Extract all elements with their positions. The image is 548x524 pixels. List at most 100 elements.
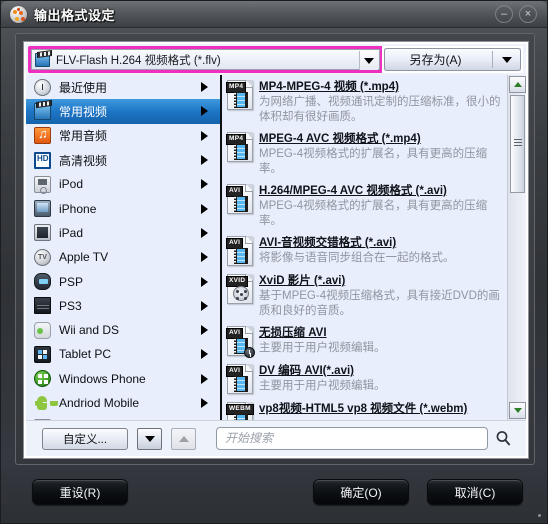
content-panel-frame: FLV-Flash H.264 视频格式 (*.flv) 另存为(A) 最近使用…: [15, 33, 535, 465]
format-badge: AVI: [226, 328, 244, 339]
scroll-down-icon[interactable]: [509, 402, 526, 419]
chevron-right-icon: [201, 82, 208, 93]
format-list-item[interactable]: XVID XviD 影片 (*.avi) 基于MPEG-4视频压缩格式，具有接近DV…: [222, 269, 507, 321]
chevron-right-icon: [201, 252, 208, 263]
chevron-right-icon: [201, 349, 208, 360]
sidebar-item-10[interactable]: PS3: [26, 294, 220, 318]
format-title[interactable]: DV 编码 AVI(*.avi): [259, 364, 501, 378]
format-title[interactable]: AVI-音视频交错格式 (*.avi): [259, 236, 501, 250]
reset-button[interactable]: 重设(R): [32, 479, 128, 505]
close-icon[interactable]: ×: [519, 5, 537, 23]
ok-label: 确定(O): [340, 485, 382, 500]
chevron-right-icon: [201, 130, 208, 141]
format-list: MP4 MP4-MPEG-4 视频 (*.mp4) 为网络广播、视频通讯定制的压缩标…: [222, 75, 507, 420]
format-list-item[interactable]: WEBM vp8视频-HTML5 vp8 视频文件 (*.webm): [222, 397, 507, 420]
save-as-label: 另存为(A): [409, 53, 462, 67]
sidebar-item-13[interactable]: Windows Phone: [26, 367, 220, 391]
format-badge: AVI: [226, 186, 244, 197]
cancel-button[interactable]: 取消(C): [427, 479, 523, 505]
chevron-right-icon: [201, 203, 208, 214]
selector-body: 最近使用常用视频常用音频高清视频 iPod iPhone iPad Apple TV PS…: [26, 75, 526, 436]
mp4-file-icon: MP4: [226, 132, 253, 162]
clock-icon: [34, 78, 51, 96]
format-text: MP4-MPEG-4 视频 (*.mp4) 为网络广播、视频通讯定制的压缩标准，很…: [259, 80, 501, 124]
format-list-item[interactable]: AVI AVI-音视频交错格式 (*.avi) 将影像与语音同步组合在一起的格式。: [222, 231, 507, 269]
sidebar-item-label: PS3: [59, 298, 82, 313]
content-panel: FLV-Flash H.264 视频格式 (*.flv) 另存为(A) 最近使用…: [24, 42, 528, 458]
format-list-item[interactable]: AVI 无损压缩 AVI 主要用于用户视频编辑。: [222, 321, 507, 359]
format-badge: AVI: [226, 238, 244, 249]
sidebar-item-8[interactable]: Apple TV: [26, 245, 220, 269]
format-list-item[interactable]: MP4 MP4-MPEG-4 视频 (*.mp4) 为网络广播、视频通讯定制的压缩标…: [222, 75, 507, 127]
sidebar-item-9[interactable]: PSP: [26, 269, 220, 293]
sidebar-item-label: PSP: [59, 274, 84, 289]
format-description: MPEG-4视频格式的扩展名，具有更高的压缩率。: [259, 148, 488, 175]
sidebar-item-5[interactable]: iPod: [26, 172, 220, 196]
sidebar-item-6[interactable]: iPhone: [26, 196, 220, 220]
format-text: XviD 影片 (*.avi) 基于MPEG-4视频压缩格式，具有接近DVD的画质…: [259, 274, 501, 318]
scroll-thumb[interactable]: [510, 95, 525, 193]
ps3-icon: [34, 297, 51, 315]
format-title[interactable]: MP4-MPEG-4 视频 (*.mp4): [259, 80, 501, 94]
format-combo-box[interactable]: FLV-Flash H.264 视频格式 (*.flv): [31, 49, 380, 70]
sidebar-item-3[interactable]: 常用音频: [26, 124, 220, 148]
format-title[interactable]: XviD 影片 (*.avi): [259, 274, 501, 288]
sidebar-item-2[interactable]: 常用视频: [26, 99, 220, 124]
format-title[interactable]: vp8视频-HTML5 vp8 视频文件 (*.webm): [259, 402, 501, 416]
sidebar-item-label: iPhone: [59, 201, 97, 216]
chevron-down-icon[interactable]: [493, 56, 520, 63]
sidebar-item-label: Wii and DS: [59, 323, 120, 338]
sidebar-item-label: Andriod Mobile: [59, 396, 140, 410]
chevron-right-icon: [201, 179, 208, 190]
sidebar-item-label: iPod: [59, 177, 84, 192]
sidebar-item-14[interactable]: Andriod Mobile: [26, 391, 220, 415]
format-description: 为网络广播、视频通讯定制的压缩标准，很小的体积却有很好画质。: [259, 96, 501, 123]
format-title[interactable]: H.264/MPEG-4 AVC 视频格式 (*.avi): [259, 184, 501, 198]
sidebar-item-11[interactable]: Wii and DS: [26, 318, 220, 342]
psp-icon: [34, 273, 51, 291]
chevron-right-icon: [201, 373, 208, 384]
avi-lossless-file-icon: AVI: [226, 326, 255, 358]
film-clapper-icon: [35, 52, 50, 67]
chevron-right-icon: [201, 276, 208, 287]
format-list-scrollbar[interactable]: [507, 75, 526, 420]
clock-badge-icon: [244, 347, 255, 358]
format-list-item[interactable]: AVI DV 编码 AVI(*.avi) 主要用于用户视频编辑。: [222, 359, 507, 397]
window-controls: – ×: [495, 5, 543, 23]
save-as-button[interactable]: 另存为(A): [384, 48, 521, 71]
format-list-item[interactable]: MP4 MPEG-4 AVC 视频格式 (*.mp4) MPEG-4视频格式的扩展名…: [222, 127, 507, 179]
resize-grip[interactable]: [538, 514, 541, 517]
windows-phone-icon: [34, 370, 51, 388]
avi-file-icon: AVI: [226, 236, 253, 266]
search-box: 开始搜索: [216, 427, 516, 450]
format-title[interactable]: 无损压缩 AVI: [259, 326, 501, 340]
customize-button[interactable]: 自定义...: [42, 427, 128, 450]
ok-button[interactable]: 确定(O): [313, 479, 409, 505]
iphone-icon: [34, 200, 51, 218]
page-title: 输出格式设定: [34, 7, 116, 23]
sidebar-item-12[interactable]: Tablet PC: [26, 342, 220, 366]
format-title[interactable]: MPEG-4 AVC 视频格式 (*.mp4): [259, 132, 501, 146]
magnifier-icon[interactable]: [495, 430, 512, 447]
sidebar-item-label: 最近使用: [59, 80, 108, 95]
sidebar-item-7[interactable]: iPad: [26, 221, 220, 245]
chevron-down-icon[interactable]: [359, 51, 378, 70]
format-badge: MP4: [226, 134, 247, 145]
scroll-up-icon[interactable]: [509, 76, 526, 93]
page-down-button[interactable]: [137, 427, 162, 450]
format-description: 将影像与语音同步组合在一起的格式。: [259, 252, 455, 264]
mp4-file-icon: MP4: [226, 80, 253, 110]
android-icon: [34, 395, 51, 412]
minimize-button[interactable]: –: [495, 5, 513, 23]
sidebar-item-4[interactable]: 高清视频: [26, 148, 220, 172]
page-up-button[interactable]: [171, 427, 196, 450]
title-bar[interactable]: 输出格式设定 – ×: [1, 1, 547, 28]
save-as-button-frame: 另存为(A): [382, 46, 523, 73]
chevron-right-icon: [201, 227, 208, 238]
sidebar-item-label: 常用音频: [59, 129, 108, 144]
sidebar-item-1[interactable]: 最近使用: [26, 75, 220, 99]
sidebar-item-label: iPad: [59, 225, 84, 240]
search-input[interactable]: 开始搜索: [216, 427, 488, 450]
chevron-right-icon: [201, 300, 208, 311]
format-list-item[interactable]: AVI H.264/MPEG-4 AVC 视频格式 (*.avi) MPEG-4视频…: [222, 179, 507, 231]
